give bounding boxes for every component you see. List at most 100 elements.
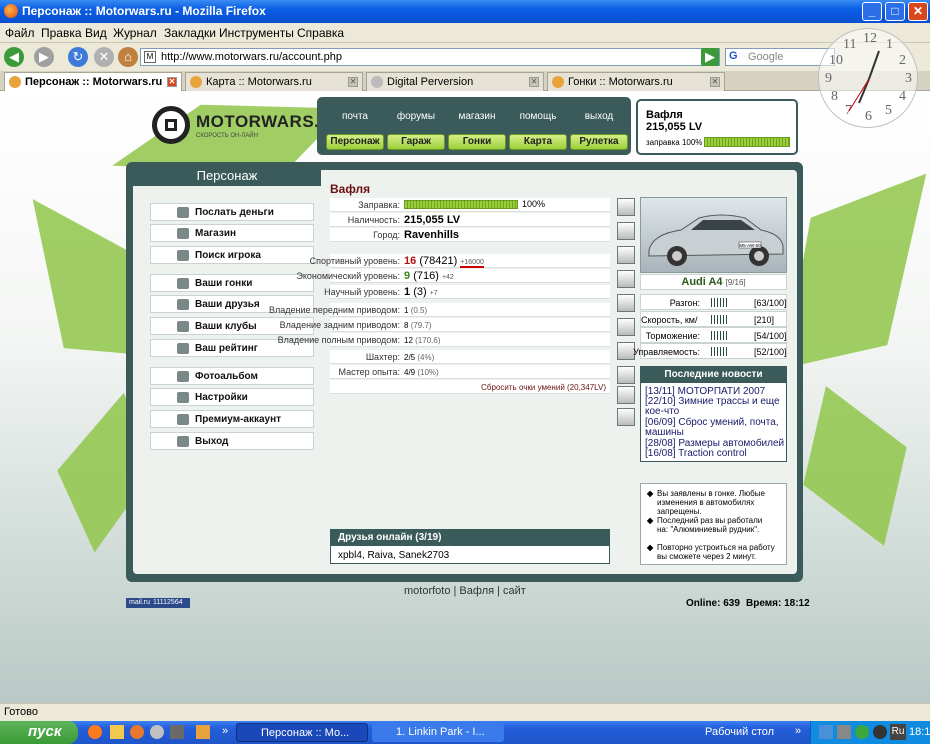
tire-slot-icon[interactable] bbox=[617, 222, 635, 240]
level-value: 16 bbox=[404, 255, 417, 267]
status-text: Готово bbox=[4, 706, 38, 718]
speaker-icon[interactable] bbox=[837, 725, 851, 739]
tab-close-icon[interactable]: ✕ bbox=[529, 77, 539, 87]
menu-bookmarks[interactable]: Закладки bbox=[164, 26, 216, 40]
friends-list[interactable]: xpbl4, Raiva, Sanek2703 bbox=[338, 550, 449, 561]
nav-roulette-button[interactable]: Рулетка bbox=[570, 134, 628, 150]
window-titlebar: Персонаж :: Motorwars.ru - Mozilla Firef… bbox=[0, 0, 930, 23]
nav-forums[interactable]: форумы bbox=[386, 111, 446, 122]
sidebar-item-find-player[interactable]: Поиск игрока bbox=[150, 246, 314, 264]
sidebar-item-exit[interactable]: Выход bbox=[150, 432, 314, 450]
profile-row-master: Мастер опыта: 4/9 (10%) bbox=[330, 365, 610, 379]
sidebar-item-settings[interactable]: Настройки bbox=[150, 388, 314, 406]
car-stat-handling: Управляемость: [52/100] bbox=[633, 343, 787, 359]
nav-garage-button[interactable]: Гараж bbox=[387, 134, 445, 150]
player-tray-icon[interactable] bbox=[873, 725, 887, 739]
sidebar-item-photo-album[interactable]: Фотоальбом bbox=[150, 367, 314, 385]
sidebar-item-label: Выход bbox=[195, 436, 229, 447]
icq-status-icon[interactable] bbox=[855, 725, 869, 739]
tab-character[interactable]: Персонаж :: Motorwars.ru ✕ bbox=[4, 72, 182, 91]
url-bar[interactable]: M http://www.motorwars.ru/account.php bbox=[140, 48, 720, 66]
tab-close-icon[interactable]: ✕ bbox=[167, 77, 177, 87]
back-button[interactable]: ◀ bbox=[4, 47, 24, 67]
car-title[interactable]: Audi A4 [9/16] bbox=[640, 274, 787, 290]
nav-shop[interactable]: магазин bbox=[447, 111, 507, 122]
status-notes: ◆ Вы заявлены в гонке. Любые изменения в … bbox=[640, 483, 787, 565]
opera-icon[interactable] bbox=[88, 725, 102, 739]
close-button[interactable]: ✕ bbox=[908, 2, 928, 21]
wheel-slot-icon[interactable] bbox=[617, 318, 635, 336]
taskbar-item-player[interactable]: 1. Linkin Park - I... bbox=[372, 723, 504, 742]
icq-icon[interactable] bbox=[110, 725, 124, 739]
clock-hands-icon bbox=[848, 50, 880, 112]
google-icon: G bbox=[729, 50, 738, 62]
tab-close-icon[interactable]: ✕ bbox=[348, 77, 358, 87]
news-item[interactable]: [22/10] Зимние трассы и еще кое-что bbox=[645, 397, 785, 417]
nav-races-button[interactable]: Гонки bbox=[448, 134, 506, 150]
home-button[interactable]: ⌂ bbox=[118, 47, 138, 67]
toolbar-expand-icon[interactable]: » bbox=[795, 725, 801, 737]
quicklaunch-icon[interactable] bbox=[196, 725, 210, 739]
car-stat-braking: Торможение: [54/100] bbox=[640, 327, 787, 343]
sidebar-item-premium[interactable]: Премиум-аккаунт bbox=[150, 410, 314, 428]
menu-file[interactable]: Файл bbox=[5, 26, 35, 40]
row-value: 1 (0.5) bbox=[404, 306, 427, 315]
forward-button[interactable]: ▶ bbox=[34, 47, 54, 67]
menu-history[interactable]: Журнал bbox=[113, 26, 157, 40]
footer-links[interactable]: motorfoto | Вафля | сайт bbox=[404, 585, 526, 597]
tab-map[interactable]: Карта :: Motorwars.ru ✕ bbox=[185, 72, 363, 91]
sidebar-title: Персонаж bbox=[133, 166, 321, 186]
tray-clock[interactable]: 18:13 bbox=[909, 726, 930, 738]
nav-map-button[interactable]: Карта bbox=[509, 134, 567, 150]
wiper-slot-icon[interactable] bbox=[617, 270, 635, 288]
row-label: Владение полным приводом: bbox=[277, 335, 400, 345]
menu-edit[interactable]: Правка bbox=[41, 26, 82, 40]
maximize-button[interactable]: □ bbox=[885, 2, 905, 21]
menu-tools[interactable]: Инструменты bbox=[219, 26, 294, 40]
reload-button[interactable]: ↻ bbox=[68, 47, 88, 67]
taskbar-item-firefox[interactable]: Персонаж :: Мо... bbox=[236, 723, 368, 742]
sidebar-item-shop[interactable]: Магазин bbox=[150, 224, 314, 242]
minimize-button[interactable]: _ bbox=[862, 2, 882, 21]
box-slot-icon[interactable] bbox=[617, 408, 635, 426]
gear-slot-icon[interactable] bbox=[617, 294, 635, 312]
nav-character-button[interactable]: Персонаж bbox=[326, 134, 384, 150]
reset-skills-link[interactable]: Сбросить очки умений (20,347LV) bbox=[481, 383, 606, 392]
stop-button[interactable]: ✕ bbox=[94, 47, 114, 67]
level-points: (78421) bbox=[419, 255, 458, 267]
tab-races[interactable]: Гонки :: Motorwars.ru ✕ bbox=[547, 72, 725, 91]
car-image[interactable]: M5-AW-50 bbox=[640, 197, 787, 273]
site-logo[interactable]: MOTORWARS.RU скорость он-лайн bbox=[152, 106, 344, 146]
news-item[interactable]: [06/09] Сброс умений, почта, машины bbox=[645, 418, 785, 438]
start-button[interactable]: пуск bbox=[0, 721, 78, 744]
sidebar-item-label: Фотоальбом bbox=[195, 371, 258, 382]
menu-help[interactable]: Справка bbox=[297, 26, 344, 40]
tab-digital-perversion[interactable]: Digital Perversion ✕ bbox=[366, 72, 544, 91]
quicklaunch-icon[interactable] bbox=[150, 725, 164, 739]
skill-value: 1 bbox=[404, 306, 409, 315]
quicklaunch-icon[interactable] bbox=[170, 725, 184, 739]
nav-help[interactable]: помощь bbox=[508, 111, 568, 122]
menu-view[interactable]: Вид bbox=[85, 26, 107, 40]
go-button[interactable]: ▶ bbox=[701, 48, 719, 66]
row-label: Спортивный уровень: bbox=[309, 256, 400, 266]
news-item[interactable]: [16/08] Traction control bbox=[645, 449, 785, 459]
network-icon[interactable] bbox=[819, 725, 833, 739]
car-plate: M5-AW-50 bbox=[739, 243, 761, 248]
robot-slot-icon[interactable] bbox=[617, 386, 635, 404]
language-indicator[interactable]: Ru bbox=[890, 724, 906, 740]
sidebar-item-send-money[interactable]: Послать деньги bbox=[150, 203, 314, 221]
parts-slot-icon[interactable] bbox=[617, 198, 635, 216]
sidebar-item-your-races[interactable]: Ваши гонки bbox=[150, 274, 314, 292]
online-count: Online: 639 bbox=[686, 598, 740, 609]
nav-mail[interactable]: почта bbox=[325, 111, 385, 122]
nav-logout[interactable]: выход bbox=[569, 111, 629, 122]
firefox-icon[interactable] bbox=[130, 725, 144, 739]
stat-value: [63/100] bbox=[754, 298, 787, 308]
tab-close-icon[interactable]: ✕ bbox=[710, 77, 720, 87]
quicklaunch-expand-icon[interactable]: » bbox=[222, 725, 228, 737]
desktop-toolbar[interactable]: Рабочий стол bbox=[705, 726, 774, 738]
engine-slot-icon[interactable] bbox=[617, 366, 635, 384]
spark-plug-slot-icon[interactable] bbox=[617, 246, 635, 264]
mailru-counter[interactable]: mail.ru 11112564 bbox=[126, 598, 190, 608]
